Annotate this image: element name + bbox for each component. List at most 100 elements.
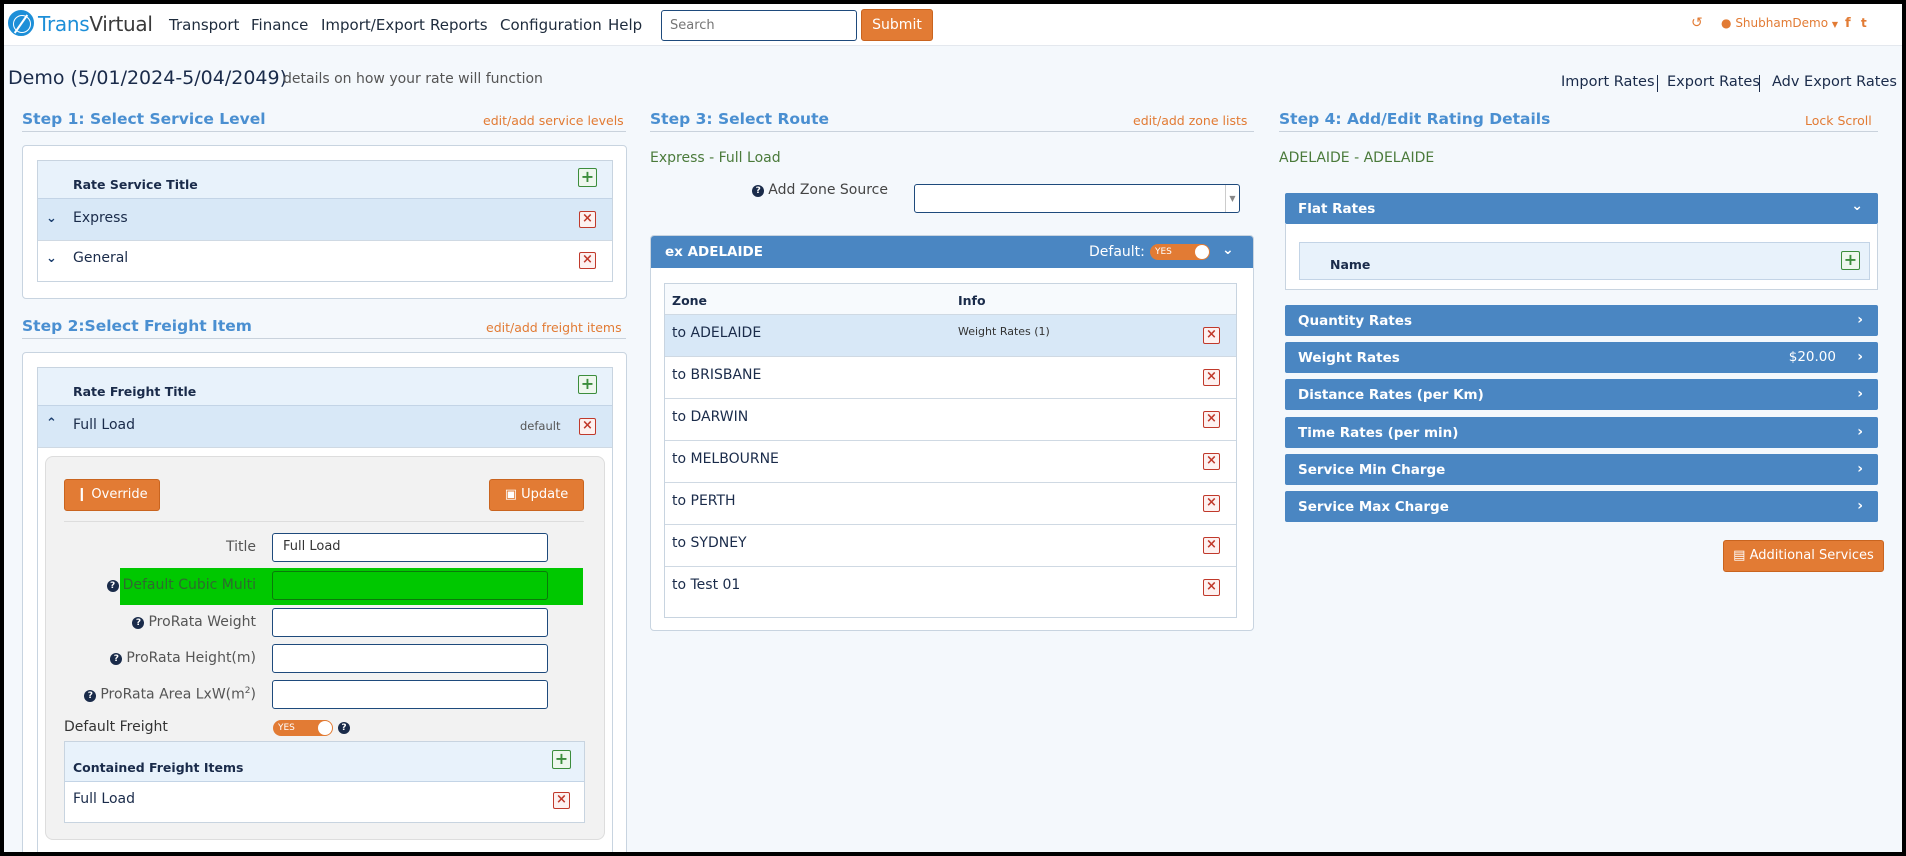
rate-section-header[interactable]: Service Min Charge ›	[1285, 454, 1878, 485]
contained-items-table: Contained Freight Items + Full Load ×	[64, 741, 585, 823]
default-toggle[interactable]: YES	[1150, 244, 1210, 260]
nav-finance[interactable]: Finance	[251, 16, 308, 34]
freight-item-panel: Rate Freight Title + ⌃ Full Load default…	[22, 352, 627, 852]
delete-icon[interactable]: ×	[1203, 495, 1220, 512]
toggle-text: YES	[278, 723, 295, 733]
additional-services-button[interactable]: ▤ Additional Services	[1723, 540, 1884, 572]
delete-icon[interactable]: ×	[1203, 453, 1220, 470]
zone-source-label: ? Add Zone Source	[720, 182, 888, 198]
prorata-height-input[interactable]	[272, 644, 548, 673]
delete-icon[interactable]: ×	[579, 252, 596, 269]
chevron-down-icon[interactable]: ⌄	[46, 211, 57, 226]
edit-zone-lists-link[interactable]: edit/add zone lists	[1133, 113, 1247, 128]
add-freight-icon[interactable]: +	[578, 375, 597, 394]
zone-source-select[interactable]: ▼	[914, 184, 1240, 213]
flat-rates-body: Name +	[1285, 224, 1878, 290]
chevron-up-icon[interactable]: ⌃	[46, 416, 57, 431]
submit-button[interactable]: Submit	[861, 9, 933, 41]
help-icon[interactable]: ?	[338, 722, 350, 734]
twitter-icon[interactable]: t	[1861, 16, 1867, 30]
flat-rates-label: Flat Rates	[1298, 201, 1376, 217]
add-contained-item-icon[interactable]: +	[552, 750, 571, 769]
rate-section-header[interactable]: Distance Rates (per Km) ›	[1285, 379, 1878, 410]
table-row[interactable]: to Test 01 ×	[665, 567, 1236, 609]
table-row[interactable]: to MELBOURNE ×	[665, 441, 1236, 483]
title-input[interactable]: Full Load	[272, 533, 548, 562]
help-icon[interactable]: ?	[752, 185, 765, 197]
cubic-multi-input[interactable]	[272, 571, 548, 600]
table-row[interactable]: to BRISBANE ×	[665, 357, 1236, 399]
delete-icon[interactable]: ×	[579, 211, 596, 228]
nav-reports[interactable]: Reports	[430, 16, 488, 34]
delete-icon[interactable]: ×	[579, 418, 596, 435]
adv-export-rates-link[interactable]: Adv Export Rates	[1772, 74, 1897, 90]
prorata-height-label: ? ProRata Height(m)	[76, 650, 256, 666]
delete-icon[interactable]: ×	[1203, 579, 1220, 596]
app-logo[interactable]: TransVirtual	[38, 12, 153, 36]
chevron-right-icon: ›	[1857, 461, 1863, 477]
table-row[interactable]: to DARWIN ×	[665, 399, 1236, 441]
edit-service-levels-link[interactable]: edit/add service levels	[483, 113, 624, 128]
update-button[interactable]: ▣ Update	[489, 479, 584, 511]
delete-icon[interactable]: ×	[1203, 411, 1220, 428]
divider	[1657, 75, 1658, 92]
import-rates-link[interactable]: Import Rates	[1561, 74, 1655, 90]
prorata-weight-input[interactable]	[272, 608, 548, 637]
delete-icon[interactable]: ×	[1203, 537, 1220, 554]
table-row[interactable]: ⌄ General ×	[38, 241, 612, 281]
step4-title: Step 4: Add/Edit Rating Details	[1279, 110, 1551, 128]
chevron-right-icon: ›	[1857, 349, 1863, 365]
caret-down-icon[interactable]: ▼	[1225, 185, 1239, 212]
rate-section-header[interactable]: Service Max Charge ›	[1285, 491, 1878, 522]
zone-name: to PERTH	[672, 493, 736, 509]
flat-rates-header[interactable]: Flat Rates ⌄	[1285, 193, 1878, 224]
table-row[interactable]: Full Load ×	[65, 782, 584, 822]
cubic-multi-text: Default Cubic Multi	[122, 577, 256, 593]
lock-scroll-link[interactable]: Lock Scroll	[1805, 113, 1872, 128]
nav-transport[interactable]: Transport	[169, 16, 239, 34]
add-service-icon[interactable]: +	[578, 168, 597, 187]
rate-section-header[interactable]: Weight Rates $20.00 ›	[1285, 342, 1878, 373]
table-header: Rate Freight Title +	[38, 368, 612, 406]
facebook-icon[interactable]: f	[1845, 16, 1851, 31]
prorata-area-input[interactable]	[272, 680, 548, 709]
row-label: General	[73, 250, 129, 266]
table-row[interactable]: to ADELAIDE Weight Rates (1) ×	[665, 315, 1236, 357]
delete-icon[interactable]: ×	[1203, 369, 1220, 386]
search-input[interactable]	[661, 10, 857, 41]
rate-section-header[interactable]: Time Rates (per min) ›	[1285, 417, 1878, 448]
help-icon[interactable]: ?	[110, 653, 123, 665]
nav-help[interactable]: Help	[608, 16, 642, 34]
table-row[interactable]: to SYDNEY ×	[665, 525, 1236, 567]
add-flat-rate-icon[interactable]: +	[1841, 251, 1860, 270]
nav-import-export[interactable]: Import/Export	[321, 16, 425, 34]
help-icon[interactable]: ?	[84, 689, 97, 702]
table-header: Name +	[1299, 242, 1870, 280]
history-icon[interactable]: ↺	[1691, 15, 1703, 31]
chevron-down-icon[interactable]: ⌄	[46, 251, 57, 266]
default-freight-toggle[interactable]: YES	[273, 720, 333, 736]
chevron-down-icon[interactable]: ⌄	[1222, 242, 1234, 258]
step1-title: Step 1: Select Service Level	[22, 110, 266, 128]
export-rates-link[interactable]: Export Rates	[1667, 74, 1760, 90]
table-row[interactable]: ⌄ Express ×	[38, 199, 612, 241]
zone-group-header[interactable]: ex ADELAIDE Default: YES ⌄	[651, 236, 1253, 268]
table-row[interactable]: ⌃ Full Load default ×	[38, 406, 612, 448]
override-button[interactable]: ❙ Override	[64, 479, 160, 511]
delete-icon[interactable]: ×	[553, 792, 570, 809]
divider	[22, 338, 626, 339]
user-menu[interactable]: ● ShubhamDemo ▼	[1721, 16, 1838, 30]
zone-name: to ADELAIDE	[672, 325, 762, 341]
divider	[1279, 131, 1878, 132]
edit-freight-items-link[interactable]: edit/add freight items	[486, 320, 622, 335]
help-icon[interactable]: ?	[106, 580, 119, 592]
rate-section-label: Service Min Charge	[1298, 462, 1446, 478]
rate-section-header[interactable]: Quantity Rates ›	[1285, 305, 1878, 336]
nav-configuration[interactable]: Configuration	[500, 16, 602, 34]
app-window: TransVirtual Transport Finance Import/Ex…	[4, 4, 1902, 852]
help-icon[interactable]: ?	[132, 617, 145, 629]
table-row[interactable]: to PERTH ×	[665, 483, 1236, 525]
delete-icon[interactable]: ×	[1203, 327, 1220, 344]
rate-section-value: $20.00	[1788, 349, 1836, 365]
prorata-area-label: ? ProRata Area LxW(m2)	[66, 686, 256, 703]
